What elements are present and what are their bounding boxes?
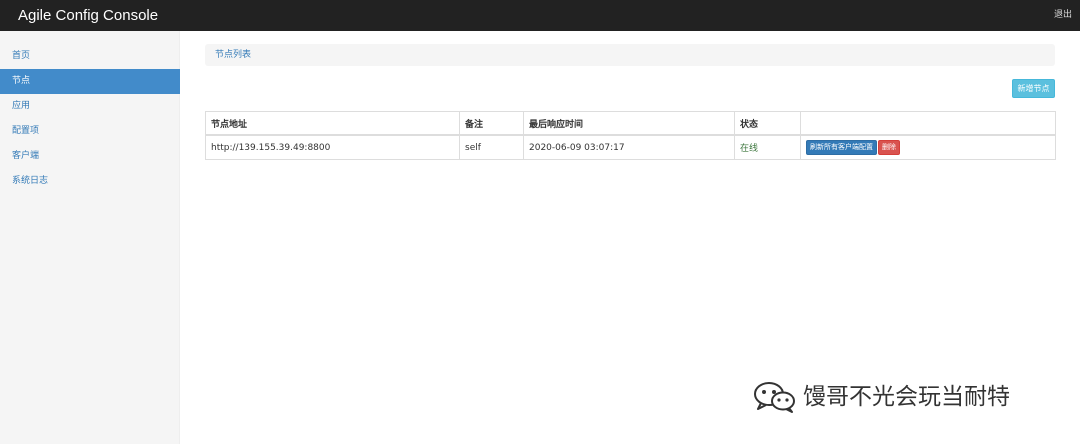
sidebar-item-home[interactable]: 首页 bbox=[0, 44, 180, 69]
cell-last-response: 2020-06-09 03:07:17 bbox=[523, 134, 735, 160]
breadcrumb-item-node-list[interactable]: 节点列表 bbox=[215, 49, 251, 61]
sidebar: 首页 节点 应用 配置项 客户端 系统日志 bbox=[0, 31, 180, 444]
refresh-client-configs-button[interactable]: 刷新所有客户端配置 bbox=[806, 140, 877, 155]
sidebar-item-nodes[interactable]: 节点 bbox=[0, 69, 180, 94]
cell-status: 在线 bbox=[734, 134, 801, 160]
sidebar-item-clients[interactable]: 客户端 bbox=[0, 144, 180, 169]
breadcrumb: 节点列表 bbox=[205, 44, 1055, 66]
app-title[interactable]: Agile Config Console bbox=[18, 6, 158, 25]
wechat-icon bbox=[754, 382, 795, 413]
column-header-status: 状态 bbox=[734, 111, 801, 136]
column-header-last-response: 最后响应时间 bbox=[523, 111, 735, 136]
cell-actions: 刷新所有客户端配置 删除 bbox=[800, 134, 1056, 160]
logout-link[interactable]: 退出 bbox=[1054, 9, 1072, 21]
node-table: 节点地址 备注 最后响应时间 状态 http://139.155.39.49:8… bbox=[205, 111, 1056, 160]
delete-button[interactable]: 删除 bbox=[878, 140, 900, 155]
cell-remark: self bbox=[459, 134, 524, 160]
column-header-remark: 备注 bbox=[459, 111, 524, 136]
sidebar-item-apps[interactable]: 应用 bbox=[0, 94, 180, 119]
column-header-address: 节点地址 bbox=[205, 111, 460, 136]
top-navbar: Agile Config Console 退出 bbox=[0, 0, 1080, 31]
sidebar-item-configs[interactable]: 配置项 bbox=[0, 119, 180, 144]
cell-address: http://139.155.39.49:8800 bbox=[205, 134, 460, 160]
column-header-actions bbox=[800, 111, 1056, 136]
watermark-text: 馒哥不光会玩当耐特 bbox=[803, 384, 1010, 410]
table-row: http://139.155.39.49:8800 self 2020-06-0… bbox=[205, 134, 1056, 160]
sidebar-item-system-logs[interactable]: 系统日志 bbox=[0, 169, 180, 194]
table-header-row: 节点地址 备注 最后响应时间 状态 bbox=[205, 111, 1056, 136]
add-node-button[interactable]: 新增节点 bbox=[1012, 79, 1055, 98]
